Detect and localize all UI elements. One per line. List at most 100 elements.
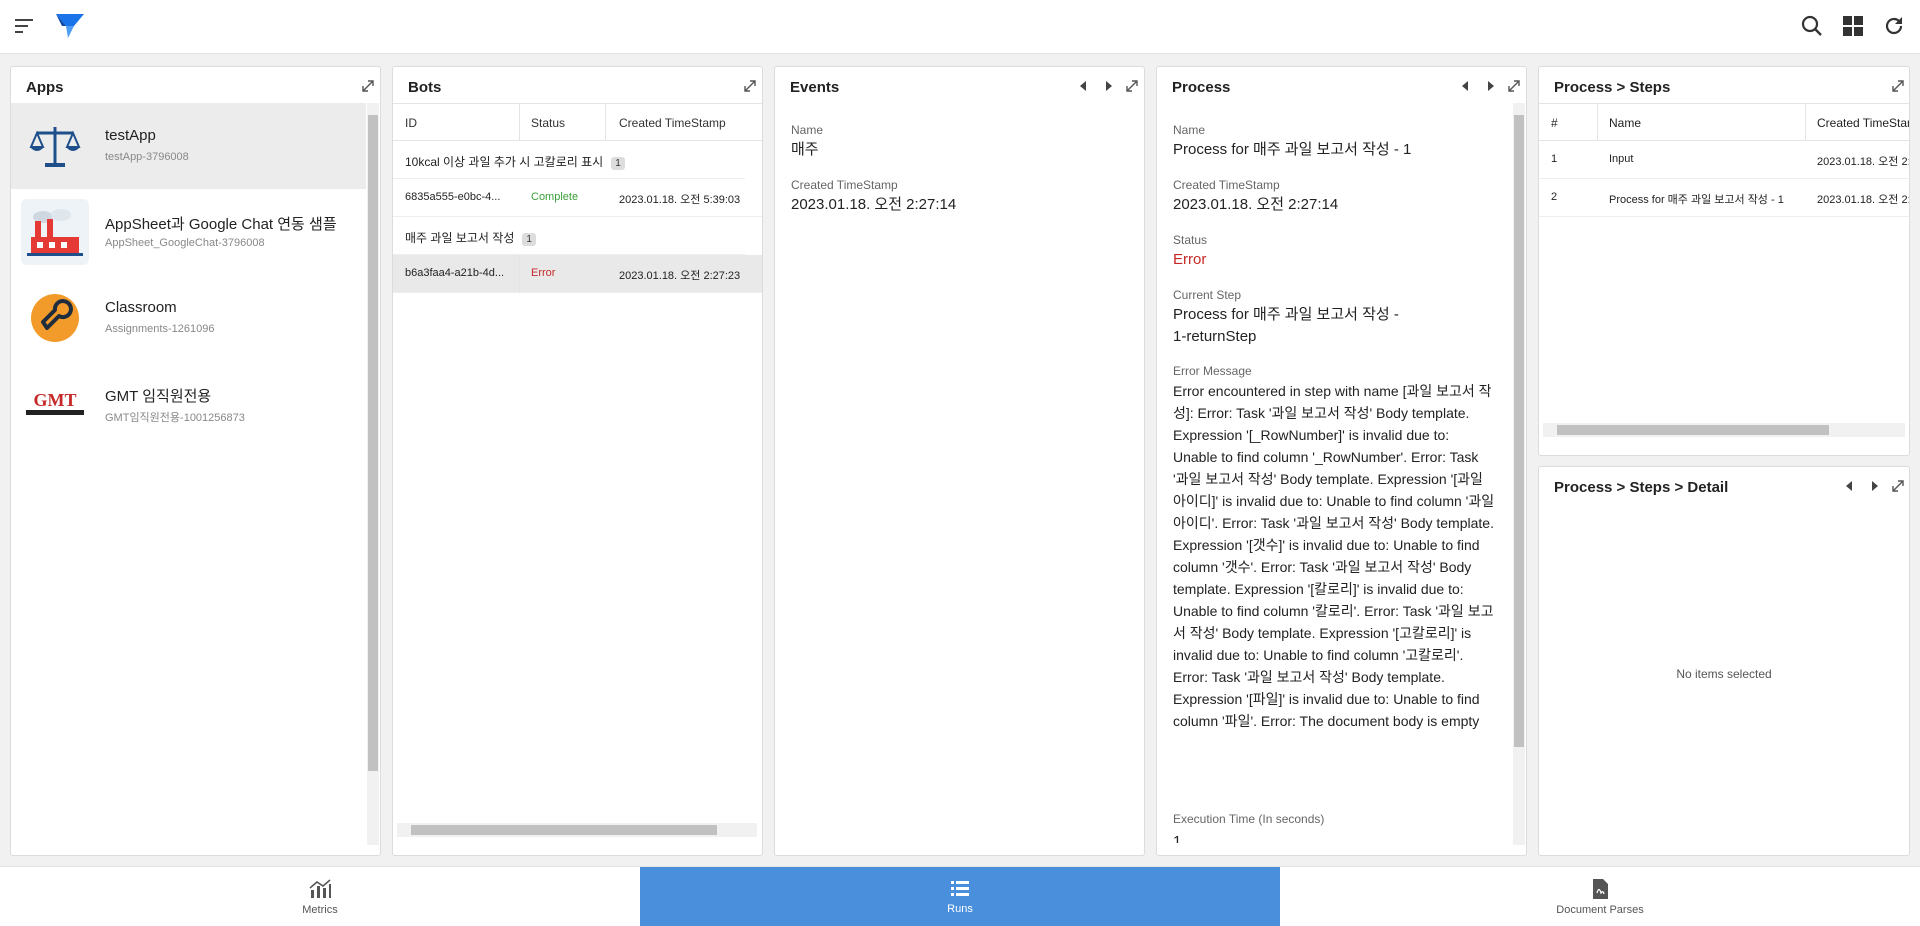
list-icon	[951, 881, 969, 896]
nav-runs[interactable]: Runs	[640, 867, 1280, 926]
bots-panel-title: Bots	[408, 79, 442, 96]
factory-icon	[21, 199, 89, 265]
app-id: Assignments-1261096	[105, 323, 215, 335]
scroll-thumb[interactable]	[411, 825, 717, 835]
field-label: Created TimeStamp	[1173, 178, 1280, 192]
bots-table-header: ID Status Created TimeStamp	[393, 103, 762, 141]
run-id: 6835a555-e0bc-4...	[405, 191, 501, 203]
app-name: testApp	[105, 127, 156, 144]
bot-run-row[interactable]: b6a3faa4-a21b-4d... Error 2023.01.18. 오전…	[393, 255, 762, 293]
pdf-file-icon	[1593, 879, 1608, 899]
expand-icon[interactable]	[1889, 77, 1907, 95]
field-label: Execution Time (In seconds)	[1173, 812, 1325, 826]
steps-panel-title: Process > Steps	[1554, 79, 1671, 96]
process-scrollbar[interactable]	[1513, 103, 1525, 845]
field-label: Status	[1173, 233, 1208, 247]
app-item-classroom[interactable]: Classroom Assignments-1261096	[11, 275, 366, 361]
nav-label: Runs	[947, 903, 973, 915]
scales-icon	[21, 113, 89, 179]
run-id: b6a3faa4-a21b-4d...	[405, 267, 505, 279]
app-name: GMT 임직원전용	[105, 388, 212, 405]
appsheet-logo[interactable]	[54, 12, 86, 40]
expand-icon[interactable]	[741, 77, 759, 95]
expand-icon[interactable]	[359, 77, 377, 95]
app-id: AppSheet_GoogleChat-3796008	[105, 237, 265, 249]
empty-state-text: No items selected	[1676, 667, 1772, 681]
step-number: 2	[1551, 191, 1558, 203]
expand-icon[interactable]	[1123, 77, 1141, 95]
bottom-nav: Metrics Runs Document Parses	[0, 866, 1920, 926]
gmt-logo: GMT	[21, 371, 89, 437]
next-arrow-icon[interactable]	[1865, 477, 1883, 495]
step-number: 1	[1551, 153, 1558, 165]
field-label: Created TimeStamp	[791, 178, 898, 192]
steps-panel: Process > Steps # Name Created TimeStamp…	[1538, 66, 1910, 456]
bot-group-header[interactable]: 매주 과일 보고서 작성 1	[393, 217, 745, 255]
bot-group-name: 10kcal 이상 과일 추가 시 고칼로리 표시	[405, 155, 604, 169]
search-icon[interactable]	[1800, 14, 1824, 38]
run-status: Complete	[531, 191, 579, 203]
step-detail-panel: Process > Steps > Detail No items select…	[1538, 466, 1910, 856]
expand-icon[interactable]	[1889, 477, 1907, 495]
col-status[interactable]: Status	[531, 116, 565, 130]
col-created-timestamp[interactable]: Created TimeStamp	[619, 116, 726, 130]
col-name[interactable]: Name	[1609, 116, 1641, 130]
process-panel: Process Name Process for 매주 과일 보고서 작성 - …	[1156, 66, 1527, 856]
next-arrow-icon[interactable]	[1099, 77, 1117, 95]
scroll-thumb[interactable]	[1514, 115, 1524, 747]
nav-metrics[interactable]: Metrics	[0, 867, 640, 926]
refresh-icon[interactable]	[1882, 14, 1906, 38]
process-exec-time: 1	[1173, 833, 1182, 843]
bots-horizontal-scrollbar[interactable]	[397, 823, 757, 837]
apps-scrollbar[interactable]	[367, 103, 379, 845]
bot-group-header[interactable]: 10kcal 이상 과일 추가 시 고칼로리 표시 1	[393, 141, 745, 179]
col-number[interactable]: #	[1551, 116, 1558, 130]
step-name: Input	[1609, 153, 1634, 165]
col-id[interactable]: ID	[405, 116, 417, 130]
scroll-thumb[interactable]	[368, 115, 378, 771]
step-row[interactable]: 2 Process for 매주 과일 보고서 작성 - 1 2023.01.1…	[1539, 179, 1909, 217]
expand-icon[interactable]	[1505, 77, 1523, 95]
step-row[interactable]: 1 Input 2023.01.18. 오전 2:27:14	[1539, 141, 1909, 179]
app-item-gmt[interactable]: GMT GMT 임직원전용 GMT임직원전용-1001256873	[11, 361, 366, 447]
field-label: Current Step	[1173, 288, 1242, 302]
prev-arrow-icon[interactable]	[1075, 77, 1093, 95]
app-name: Classroom	[105, 299, 177, 316]
hamburger-menu-icon[interactable]	[14, 16, 36, 36]
process-created: 2023.01.18. 오전 2:27:14	[1173, 196, 1339, 213]
prev-arrow-icon[interactable]	[1841, 477, 1859, 495]
group-count-badge: 1	[611, 157, 625, 170]
app-id: GMT임직원전용-1001256873	[105, 412, 245, 424]
steps-table-header: # Name Created TimeStamp	[1539, 103, 1909, 141]
steps-horizontal-scrollbar[interactable]	[1543, 423, 1905, 437]
scroll-thumb[interactable]	[1557, 425, 1829, 435]
events-panel-title: Events	[790, 79, 840, 96]
field-label: Error Message	[1173, 364, 1252, 378]
group-count-badge: 1	[522, 233, 536, 246]
app-item-appsheet-google-chat[interactable]: AppSheet과 Google Chat 연동 샘플 AppSheet_Goo…	[11, 189, 366, 275]
event-created: 2023.01.18. 오전 2:27:14	[791, 196, 957, 213]
col-created-timestamp[interactable]: Created TimeStamp	[1817, 116, 1909, 130]
step-detail-panel-title: Process > Steps > Detail	[1554, 479, 1729, 496]
step-created: 2023.01.18. 오전 2:27:14	[1817, 156, 1909, 168]
grid-icon[interactable]	[1841, 14, 1865, 38]
next-arrow-icon[interactable]	[1481, 77, 1499, 95]
app-id: testApp-3796008	[105, 151, 189, 163]
app-item-testapp[interactable]: testApp testApp-3796008	[11, 103, 366, 189]
field-label: Name	[1173, 123, 1206, 137]
top-bar	[0, 0, 1920, 54]
process-name: Process for 매주 과일 보고서 작성 - 1	[1173, 141, 1412, 158]
run-status: Error	[531, 267, 556, 279]
bots-panel: Bots ID Status Created TimeStamp 10kcal …	[392, 66, 763, 856]
prev-arrow-icon[interactable]	[1457, 77, 1475, 95]
nav-document-parses[interactable]: Document Parses	[1280, 867, 1920, 926]
step-created: 2023.01.18. 오전 2:27:14	[1817, 194, 1909, 206]
process-error-message: Error encountered in step with name [과일 …	[1173, 383, 1495, 729]
wrench-icon	[21, 285, 89, 351]
apps-panel-title: Apps	[26, 79, 64, 96]
apps-panel: Apps testApp testApp-3796008 AppSheet과 G…	[10, 66, 381, 856]
app-name: AppSheet과 Google Chat 연동 샘플	[105, 216, 337, 233]
step-name: Process for 매주 과일 보고서 작성 - 1	[1609, 194, 1784, 206]
bot-run-row[interactable]: 6835a555-e0bc-4... Complete 2023.01.18. …	[393, 179, 762, 217]
process-panel-title: Process	[1172, 79, 1231, 96]
